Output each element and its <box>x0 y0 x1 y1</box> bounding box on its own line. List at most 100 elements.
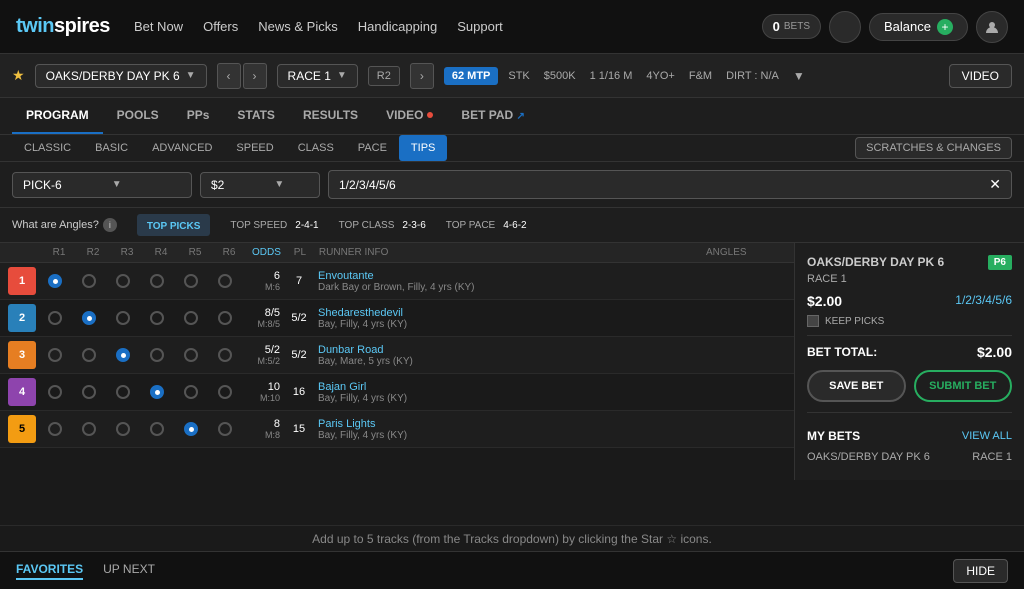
odds-col-header[interactable]: ODDS <box>252 247 281 258</box>
r1-radio-row4[interactable] <box>40 385 70 399</box>
runner-name-1[interactable]: Envoutante <box>318 270 786 282</box>
r2-col-header[interactable]: R2 <box>78 247 108 258</box>
r5-radio-row1[interactable] <box>176 274 206 288</box>
r3-radio-row2[interactable] <box>108 311 138 325</box>
tab-betpad[interactable]: BET PAD ↗ <box>447 98 539 134</box>
r3-col-header[interactable]: R3 <box>112 247 142 258</box>
track-selector[interactable]: OAKS/DERBY DAY PK 6 ▼ <box>35 64 207 88</box>
r6-radio-row1[interactable] <box>210 274 240 288</box>
more-info-btn[interactable]: ▼ <box>793 69 805 83</box>
r2-badge[interactable]: R2 <box>368 66 400 86</box>
tab-results[interactable]: RESULTS <box>289 98 372 134</box>
r1-radio-row3[interactable] <box>40 348 70 362</box>
nav-bet-now[interactable]: Bet Now <box>134 19 183 34</box>
tab-pools[interactable]: POOLS <box>103 98 173 134</box>
r5-radio-row5[interactable] <box>176 422 206 436</box>
prev-race-arrow[interactable]: ‹ <box>217 63 241 89</box>
clear-combo-button[interactable]: ✕ <box>989 176 1001 193</box>
tab-program[interactable]: PROGRAM <box>12 98 103 134</box>
submit-bet-button[interactable]: SUBMIT BET <box>914 370 1013 402</box>
runner-name-2[interactable]: Shedaresthedevil <box>318 307 786 319</box>
odds-row2: 8/5M:8/5 <box>244 307 280 329</box>
nav-news-picks[interactable]: News & Picks <box>258 19 337 34</box>
keep-picks-checkbox[interactable] <box>807 315 819 327</box>
sub-tab-pace[interactable]: PACE <box>346 135 399 161</box>
dirt-label: DIRT : N/A <box>726 70 779 82</box>
race-selector[interactable]: RACE 1 ▼ <box>277 64 358 88</box>
r3-radio-row5[interactable] <box>108 422 138 436</box>
info-icon[interactable]: i <box>103 218 117 232</box>
r3-radio-row3[interactable] <box>108 348 138 362</box>
r4-col-header[interactable]: R4 <box>146 247 176 258</box>
odds-row3: 5/2M:5/2 <box>244 344 280 366</box>
age-label: 4YO+ <box>646 70 674 82</box>
r1-radio-row2[interactable] <box>40 311 70 325</box>
save-bet-button[interactable]: SAVE BET <box>807 370 906 402</box>
runner-name-5[interactable]: Paris Lights <box>318 418 786 430</box>
pl-row3: 5/2 <box>284 349 314 361</box>
table-row: 3 5/2M:5/2 5/2 Dunbar Road Bay, Mare, 5 … <box>0 337 794 374</box>
keep-picks-label: KEEP PICKS <box>825 316 884 327</box>
up-next-tab[interactable]: UP NEXT <box>103 562 155 580</box>
r1-radio-row1[interactable] <box>40 274 70 288</box>
r5-radio-row3[interactable] <box>176 348 206 362</box>
r1-col-header[interactable]: R1 <box>44 247 74 258</box>
bottom-bar: FAVORITES UP NEXT HIDE <box>0 551 1024 589</box>
r2-radio-row1[interactable] <box>74 274 104 288</box>
r4-radio-row4[interactable] <box>142 385 172 399</box>
next-race-arrow[interactable]: › <box>243 63 267 89</box>
r6-col-header[interactable]: R6 <box>214 247 244 258</box>
sub-tab-tips[interactable]: TIPS <box>399 135 447 161</box>
r2-next[interactable]: › <box>410 63 434 89</box>
r4-radio-row3[interactable] <box>142 348 172 362</box>
r5-col-header[interactable]: R5 <box>180 247 210 258</box>
horse-num-2: 2 <box>8 304 36 332</box>
race-combo-field: 1/2/3/4/5/6 ✕ <box>328 170 1012 199</box>
r2-radio-row5[interactable] <box>74 422 104 436</box>
bet-amount-selector[interactable]: $2 ▼ <box>200 172 320 198</box>
scratches-button[interactable]: SCRATCHES & CHANGES <box>855 137 1012 159</box>
logo: twinspires <box>16 15 110 38</box>
r2-radio-row3[interactable] <box>74 348 104 362</box>
r6-radio-row4[interactable] <box>210 385 240 399</box>
hide-button[interactable]: HIDE <box>953 559 1008 583</box>
pl-row2: 5/2 <box>284 312 314 324</box>
sub-tab-advanced[interactable]: ADVANCED <box>140 135 224 161</box>
r2-radio-row4[interactable] <box>74 385 104 399</box>
tab-stats[interactable]: STATS <box>223 98 289 134</box>
nav-support[interactable]: Support <box>457 19 503 34</box>
r3-radio-row1[interactable] <box>108 274 138 288</box>
nav-offers[interactable]: Offers <box>203 19 238 34</box>
sub-tab-class[interactable]: CLASS <box>286 135 346 161</box>
r4-radio-row1[interactable] <box>142 274 172 288</box>
view-all-button[interactable]: VIEW ALL <box>962 430 1012 442</box>
pl-row1: 7 <box>284 275 314 287</box>
r3-radio-row4[interactable] <box>108 385 138 399</box>
sub-tab-classic[interactable]: CLASSIC <box>12 135 83 161</box>
runner-name-3[interactable]: Dunbar Road <box>318 344 786 356</box>
r4-radio-row2[interactable] <box>142 311 172 325</box>
avatar-button[interactable] <box>976 11 1008 43</box>
r6-radio-row5[interactable] <box>210 422 240 436</box>
table-row: 1 6M:6 7 Envoutante Dark Bay or Brown, F… <box>0 263 794 300</box>
video-button[interactable]: VIDEO <box>949 64 1012 88</box>
r5-radio-row2[interactable] <box>176 311 206 325</box>
sub-tab-basic[interactable]: BASIC <box>83 135 140 161</box>
tab-pps[interactable]: PPs <box>173 98 224 134</box>
r6-radio-row3[interactable] <box>210 348 240 362</box>
status-text: Add up to 5 tracks (from the Tracks drop… <box>312 532 712 546</box>
tab-video[interactable]: VIDEO <box>372 98 447 134</box>
r6-radio-row2[interactable] <box>210 311 240 325</box>
action-buttons: SAVE BET SUBMIT BET <box>807 370 1012 402</box>
runner-name-4[interactable]: Bajan Girl <box>318 381 786 393</box>
sub-tab-speed[interactable]: SPEED <box>224 135 285 161</box>
r5-radio-row4[interactable] <box>176 385 206 399</box>
favorite-star[interactable]: ★ <box>12 67 25 84</box>
nav-handicapping[interactable]: Handicapping <box>358 19 438 34</box>
favorites-tab[interactable]: FAVORITES <box>16 562 83 580</box>
balance-button[interactable]: Balance + <box>869 13 968 41</box>
r2-radio-row2[interactable] <box>74 311 104 325</box>
r4-radio-row5[interactable] <box>142 422 172 436</box>
r1-radio-row5[interactable] <box>40 422 70 436</box>
bet-type-selector[interactable]: PICK-6 ▼ <box>12 172 192 198</box>
